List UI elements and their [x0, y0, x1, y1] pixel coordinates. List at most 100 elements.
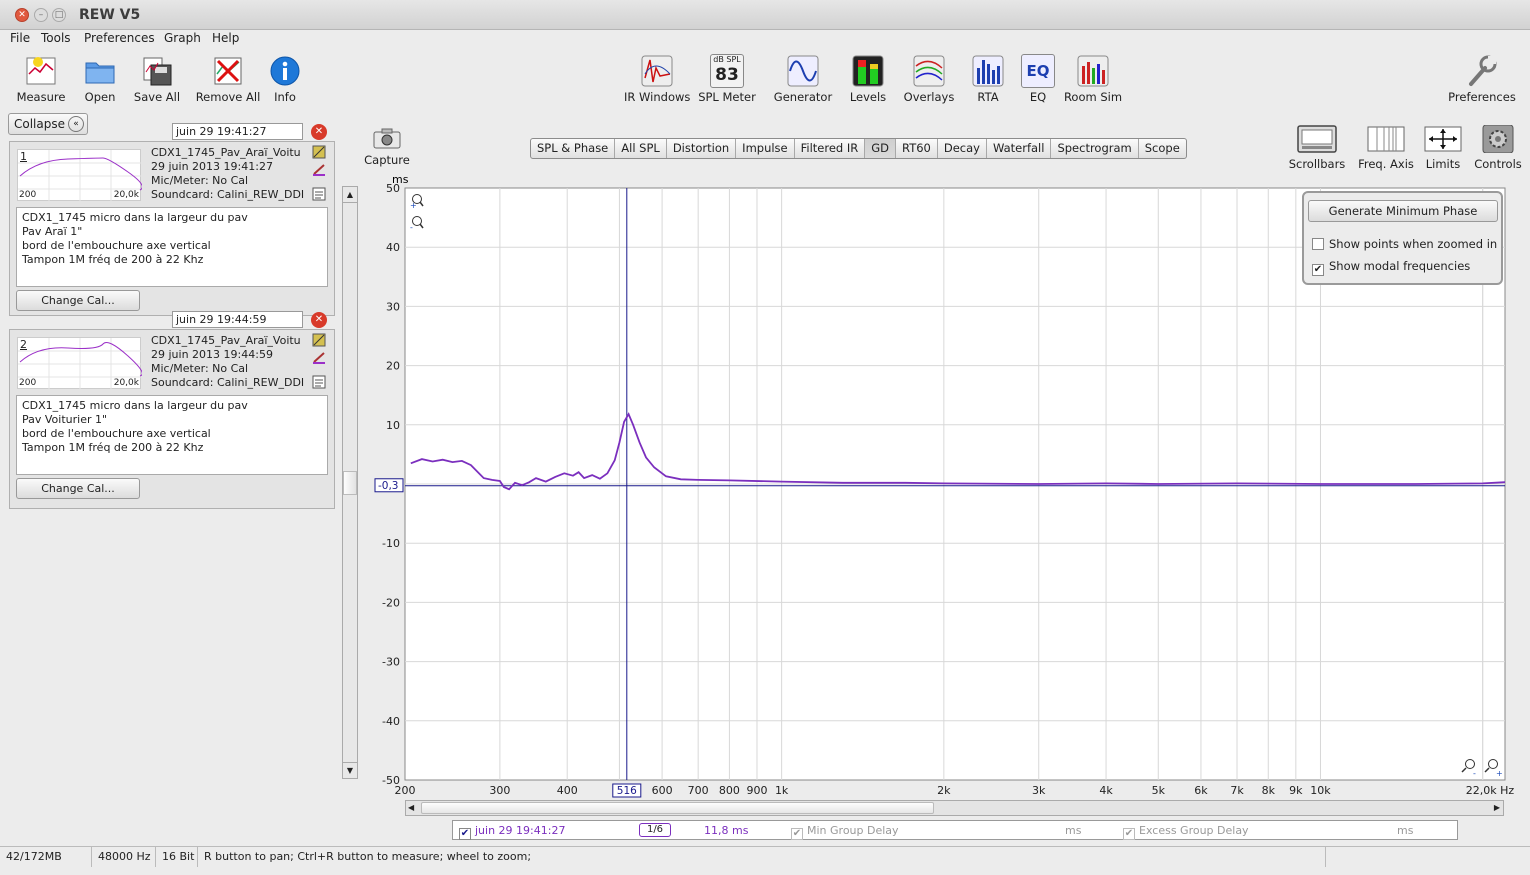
tab-distortion[interactable]: Distortion — [667, 139, 737, 158]
collapse-button[interactable]: Collapse « — [8, 113, 88, 135]
scrollbars-button[interactable]: Scrollbars — [1286, 125, 1348, 171]
y-tick-label: 10 — [386, 419, 400, 432]
legend-measurement-checkbox[interactable]: ✔ — [459, 824, 476, 840]
y-tick-label: 20 — [386, 360, 400, 373]
open-button[interactable]: Open — [80, 54, 120, 104]
menu-help[interactable]: Help — [212, 31, 239, 45]
delete-measurement-icon[interactable]: ✕ — [311, 124, 327, 140]
x-tick-label: 22,0k Hz — [1466, 784, 1515, 797]
show-modal-frequencies-checkbox-row[interactable]: ✔ Show modal frequencies — [1312, 259, 1470, 276]
measurement-graph-icon[interactable] — [312, 333, 326, 347]
x-tick-label: 200 — [395, 784, 416, 797]
limits-button[interactable]: Limits — [1420, 125, 1466, 171]
smoothing-badge[interactable]: 1/6 — [639, 823, 671, 837]
y-tick-label: 50 — [386, 182, 400, 195]
measurement-panel-2[interactable]: juin 29 19:44:59 ✕ 2 200 20,0k CDX1_1745… — [9, 311, 335, 509]
tab-rt60[interactable]: RT60 — [896, 139, 938, 158]
notes-icon[interactable] — [312, 375, 326, 389]
overlays-button[interactable]: Overlays — [902, 54, 956, 104]
info-button[interactable]: Info — [268, 54, 302, 104]
status-hint: R button to pan; Ctrl+R button to measur… — [198, 847, 1326, 867]
graph-controls-panel: Generate Minimum Phase Show points when … — [1302, 191, 1503, 285]
capture-button[interactable]: Capture — [362, 127, 412, 167]
trace-color-icon[interactable] — [312, 350, 326, 364]
controls-button[interactable]: Controls — [1472, 125, 1524, 171]
generator-button[interactable]: Generator — [772, 54, 834, 104]
delete-measurement-icon[interactable]: ✕ — [311, 312, 327, 328]
measurement-date-field[interactable]: juin 29 19:41:27 — [172, 123, 303, 140]
rta-button[interactable]: RTA — [970, 54, 1006, 104]
tab-gd[interactable]: GD — [865, 139, 897, 158]
show-points-checkbox-row[interactable]: Show points when zoomed in — [1312, 237, 1497, 251]
tab-filtered-ir[interactable]: Filtered IR — [795, 139, 866, 158]
notes-icon[interactable] — [312, 187, 326, 201]
legend-measurement-name: juin 29 19:41:27 — [475, 824, 566, 837]
measurement-panel-1[interactable]: juin 29 19:41:27 ✕ 1 200 20,0k CDX1_1745… — [9, 123, 335, 316]
spl-meter-button[interactable]: dB SPL 83 SPL Meter — [697, 54, 757, 104]
measure-button[interactable]: Measure — [14, 54, 68, 104]
limits-arrows-icon — [1424, 126, 1462, 152]
scroll-down-icon[interactable]: ▼ — [343, 762, 357, 778]
room-sim-button[interactable]: Room Sim — [1062, 54, 1124, 104]
measurement-notes[interactable]: CDX1_1745 micro dans la largeur du pav P… — [16, 395, 328, 475]
x-tick-labels: 200 300 400 600 700 800 900 1k 2k 3k 4k 5k 6k 7k 8k 9k 1… — [395, 784, 1515, 797]
svg-text:+: + — [410, 201, 417, 210]
remove-all-button[interactable]: Remove All — [195, 54, 261, 104]
scroll-right-icon[interactable]: ▶ — [1494, 801, 1500, 815]
min-group-delay-checkbox[interactable]: ✔ — [791, 824, 808, 840]
measurement-graph-icon[interactable] — [312, 145, 326, 159]
tab-all-spl[interactable]: All SPL — [615, 139, 667, 158]
chevron-left-icon: « — [68, 116, 84, 132]
excess-group-delay-checkbox[interactable]: ✔ — [1123, 824, 1140, 840]
menu-tools[interactable]: Tools — [41, 31, 71, 45]
save-all-button[interactable]: Save All — [132, 54, 182, 104]
excess-group-delay-unit: ms — [1397, 824, 1414, 837]
svg-text:-: - — [1473, 769, 1476, 778]
change-cal-button[interactable]: Change Cal... — [16, 290, 140, 311]
menu-file[interactable]: File — [10, 31, 30, 45]
x-tick-label: 400 — [557, 784, 578, 797]
menu-graph[interactable]: Graph — [164, 31, 201, 45]
window-close-button[interactable]: ✕ — [15, 8, 29, 22]
ir-windows-button[interactable]: IR Windows — [624, 54, 690, 104]
show-modal-frequencies-checkbox[interactable]: ✔ — [1312, 264, 1324, 276]
tab-impulse[interactable]: Impulse — [736, 139, 795, 158]
measurement-date-field[interactable]: juin 29 19:44:59 — [172, 311, 303, 328]
tab-spectrogram[interactable]: Spectrogram — [1051, 139, 1139, 158]
excess-group-delay-label: Excess Group Delay — [1139, 824, 1249, 837]
graph-horizontal-scrollbar[interactable]: ◀ ▶ — [405, 800, 1504, 816]
scroll-up-icon[interactable]: ▲ — [343, 187, 357, 203]
y-tick-label: 40 — [386, 241, 400, 254]
show-points-checkbox[interactable] — [1312, 238, 1324, 250]
scroll-thumb[interactable] — [343, 471, 357, 495]
min-group-delay-unit: ms — [1065, 824, 1082, 837]
cursor-y-readout: -0,3 — [374, 478, 404, 493]
freq-axis-button[interactable]: Freq. Axis — [1356, 125, 1416, 171]
graph-legend: ✔ juin 29 19:41:27 1/6 11,8 ms ✔ Min Gro… — [452, 820, 1458, 840]
measurement-name: CDX1_1745_Pav_Araï_Voitu — [151, 146, 301, 159]
tab-spl-phase[interactable]: SPL & Phase — [531, 139, 616, 158]
window-minimize-button[interactable]: – — [34, 8, 48, 22]
scroll-left-icon[interactable]: ◀ — [408, 801, 414, 815]
generate-minimum-phase-button[interactable]: Generate Minimum Phase — [1308, 200, 1498, 222]
change-cal-button[interactable]: Change Cal... — [16, 478, 140, 499]
tab-decay[interactable]: Decay — [938, 139, 987, 158]
menu-preferences[interactable]: Preferences — [84, 31, 155, 45]
measurement-thumbnail[interactable]: 2 200 20,0k — [17, 337, 142, 390]
save-all-icon — [143, 57, 172, 86]
scroll-thumb[interactable] — [421, 802, 934, 814]
window-maximize-button[interactable]: □ — [52, 8, 66, 22]
x-tick-label: 900 — [746, 784, 767, 797]
tab-waterfall[interactable]: Waterfall — [987, 139, 1052, 158]
tab-scope[interactable]: Scope — [1139, 139, 1186, 158]
preferences-button[interactable]: Preferences — [1446, 54, 1518, 104]
levels-button[interactable]: Levels — [848, 54, 888, 104]
measurement-notes[interactable]: CDX1_1745 micro dans la largeur du pav P… — [16, 207, 328, 287]
rta-icon — [972, 55, 1004, 87]
eq-button[interactable]: EQ EQ — [1020, 54, 1056, 104]
measurement-datetime: 29 juin 2013 19:41:27 — [151, 160, 273, 173]
measurements-scrollbar[interactable]: ▲ ▼ — [342, 186, 358, 779]
measurement-thumbnail[interactable]: 1 200 20,0k — [17, 149, 142, 202]
status-sample-rate: 48000 Hz — [92, 847, 156, 867]
trace-color-icon[interactable] — [312, 162, 326, 176]
